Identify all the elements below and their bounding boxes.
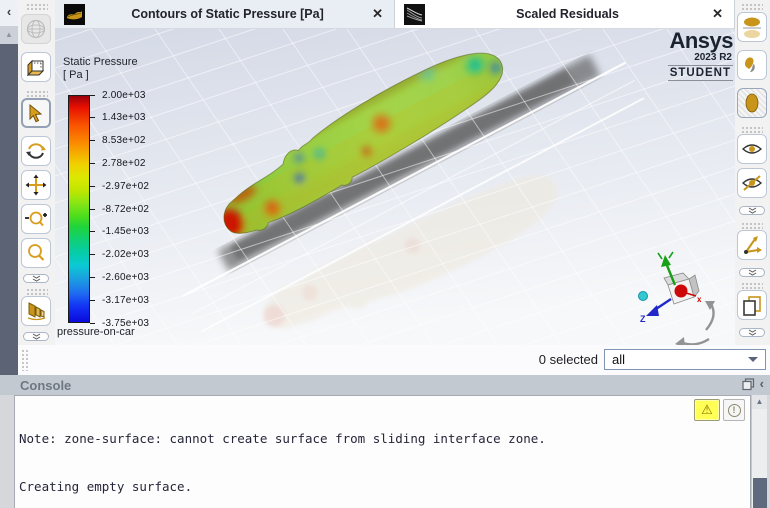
console-header[interactable]: Console ‹	[0, 375, 770, 395]
compare-views-icon	[743, 296, 761, 316]
toolbar-separator	[741, 282, 763, 289]
zoom-in-out-button[interactable]	[21, 204, 51, 234]
rotate-view-button[interactable]	[21, 136, 51, 166]
console-scrollbar[interactable]: ▲	[751, 395, 767, 508]
zoom-box-button[interactable]	[21, 238, 51, 268]
scrollbar-thumb[interactable]	[753, 478, 767, 508]
toolbar-collapse-pill[interactable]	[739, 328, 765, 337]
chevron-down-icon	[748, 357, 758, 362]
console-output: Note: zone-surface: cannot create surfac…	[14, 395, 751, 508]
isometric-view-button[interactable]	[21, 52, 51, 82]
toolbar-collapse-pill[interactable]	[739, 268, 765, 277]
legend-tick: -2.60e+03	[90, 271, 149, 283]
toolbar-separator	[26, 90, 48, 97]
info-icon: !	[727, 403, 741, 417]
console-collapse-button[interactable]: ‹	[760, 377, 764, 391]
select-pointer-button[interactable]	[21, 98, 51, 128]
double-chevron-icon	[748, 329, 756, 336]
scroll-up-arrow[interactable]: ▲	[0, 26, 18, 44]
brand-edition: STUDENT	[667, 65, 733, 81]
toolbar-drag-handle[interactable]	[741, 3, 763, 10]
hide-eye-button[interactable]	[737, 168, 767, 198]
double-chevron-icon	[32, 333, 40, 340]
zoom-in-out-icon	[25, 211, 47, 227]
graphics-viewport: x Z Static Pressure [ Pa ] 2.00e+03 1.43e…	[55, 0, 735, 345]
rotate-view-icon	[26, 143, 46, 159]
float-window-icon[interactable]	[742, 377, 755, 391]
console-line: Note: zone-surface: cannot create surfac…	[19, 431, 546, 446]
double-chevron-icon	[748, 269, 756, 276]
fit-to-window-icon	[26, 19, 46, 39]
surface-visibility-button[interactable]	[737, 12, 767, 42]
right-toolbar	[735, 0, 770, 345]
warning-icon: ⚠	[701, 402, 713, 417]
isometric-view-icon	[26, 59, 45, 77]
toolbar-drag-handle[interactable]	[26, 3, 48, 10]
textured-surface-button[interactable]	[737, 88, 767, 118]
legend-tick: -2.97e+02	[90, 180, 149, 192]
legend-tick: -2.02e+03	[90, 249, 149, 261]
zoom-box-icon	[28, 244, 45, 261]
triad-ball	[638, 291, 648, 301]
show-eye-button[interactable]	[737, 134, 767, 164]
brand-release: 2023 R2	[694, 52, 732, 63]
triad-z-label: Z	[640, 314, 646, 324]
ansys-logo: Ansys 2023 R2 STUDENT	[611, 28, 734, 81]
toolbar-collapse-pill[interactable]	[23, 332, 49, 341]
selection-row-drag-handle[interactable]	[21, 349, 30, 371]
legend-colorbar	[68, 95, 90, 323]
selection-count: 0 selected	[538, 352, 598, 367]
legend-tick: 1.43e+03	[90, 112, 146, 124]
compare-views-button[interactable]	[737, 290, 767, 320]
triad-x-label: x	[697, 295, 702, 304]
fit-to-window-button[interactable]	[21, 14, 51, 44]
legend-tick: 8.53e+02	[90, 135, 146, 147]
perspective-lights-button[interactable]	[21, 296, 51, 326]
brand-name: Ansys	[669, 28, 733, 53]
toolbar-collapse-pill[interactable]	[739, 206, 765, 215]
selection-filter-dropdown[interactable]: all	[604, 349, 766, 370]
textured-surface-icon	[745, 93, 759, 113]
collapse-tree-button[interactable]: ‹	[0, 0, 18, 26]
warning-button[interactable]: ⚠	[694, 399, 720, 421]
toolbar-collapse-pill[interactable]	[23, 274, 49, 283]
left-toolbar	[18, 0, 55, 345]
axes-triad-button[interactable]	[737, 230, 767, 260]
console-line: Creating empty surface.	[19, 479, 193, 494]
collapsed-panel-strip[interactable]	[0, 44, 18, 375]
legend-tick: -8.72e+02	[90, 203, 149, 215]
scrollbar-up-arrow[interactable]: ▲	[752, 395, 767, 409]
select-pointer-icon	[29, 103, 43, 123]
legend-tick: 2.00e+03	[90, 89, 146, 101]
toolbar-separator	[741, 126, 763, 133]
axes-triad-icon	[744, 236, 762, 254]
selection-filter-value: all	[612, 352, 626, 367]
lighting-button[interactable]	[737, 50, 767, 80]
show-eye-icon	[741, 144, 763, 154]
surface-visibility-icon	[743, 17, 761, 38]
console-title: Console	[20, 377, 72, 393]
legend-tick: 2.78e+02	[90, 157, 146, 169]
toolbar-separator	[26, 288, 48, 295]
toolbar-separator	[741, 222, 763, 229]
info-button[interactable]: !	[723, 399, 745, 421]
double-chevron-icon	[748, 207, 756, 214]
pan-view-button[interactable]	[21, 170, 51, 200]
legend-tick: -1.45e+03	[90, 226, 149, 238]
legend-surface-name: pressure-on-car	[57, 326, 135, 338]
pan-view-icon	[25, 174, 47, 196]
console-panel: Console ‹ Note: zone-surface: cannot cre…	[0, 375, 770, 508]
double-chevron-icon	[32, 275, 40, 282]
selection-row: 0 selected all	[18, 345, 770, 375]
perspective-lights-icon	[27, 302, 46, 321]
legend-tick: -3.17e+03	[90, 294, 149, 306]
lighting-icon	[745, 57, 755, 72]
legend-title: Static Pressure [ Pa ]	[63, 56, 138, 81]
hide-eye-icon	[741, 175, 763, 191]
